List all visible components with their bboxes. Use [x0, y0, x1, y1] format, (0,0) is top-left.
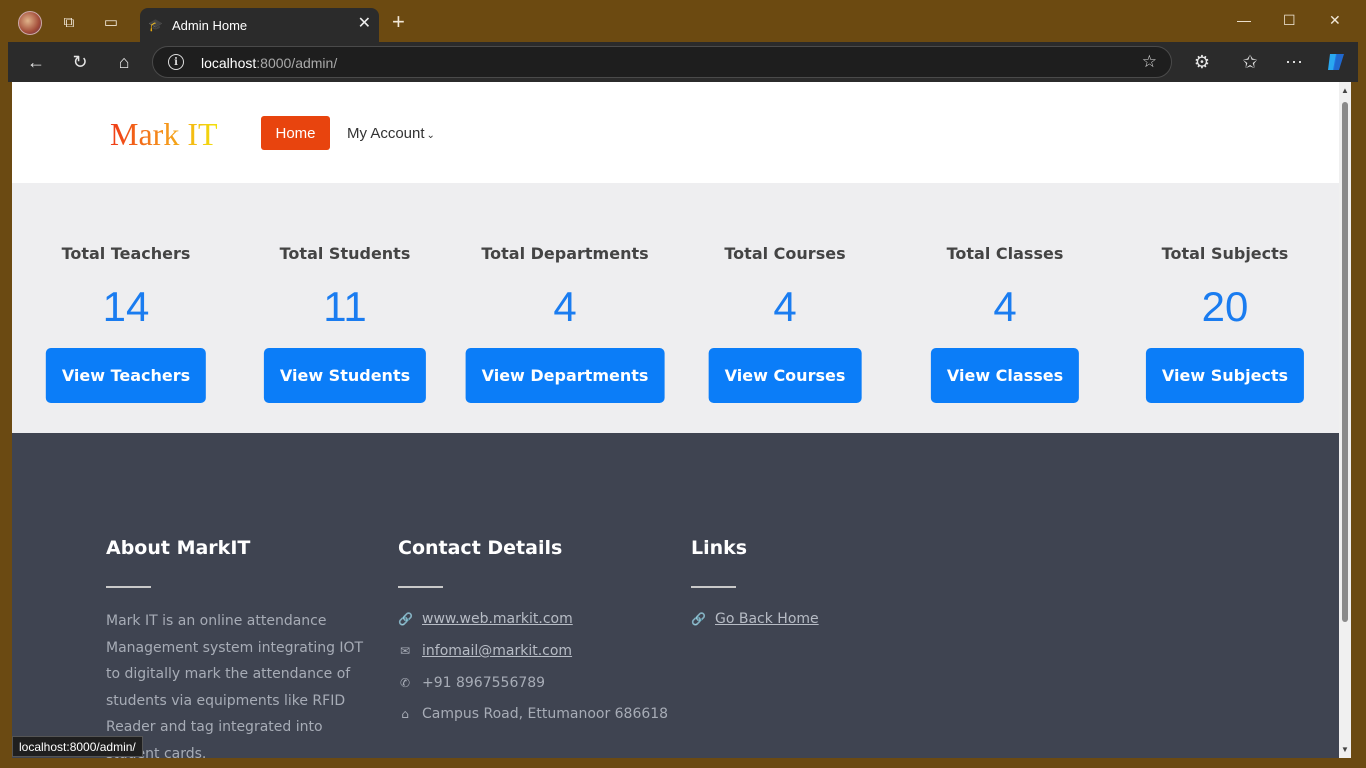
phone-icon: ✆ [399, 676, 411, 690]
stat-title: Total Students [279, 244, 411, 263]
stat-value: 4 [993, 283, 1017, 330]
favorites-icon[interactable]: ✩ [1238, 50, 1262, 74]
view-departments-button[interactable]: View Departments [465, 348, 665, 403]
email-link[interactable]: infomail@markit.com [422, 643, 572, 659]
contact-address: ⌂ Campus Road, Ettumanoor 686618 [398, 706, 668, 722]
go-back-home-link[interactable]: Go Back Home [715, 611, 819, 627]
envelope-icon: ✉ [399, 644, 411, 658]
address-text: Campus Road, Ettumanoor 686618 [422, 706, 669, 722]
stat-value: 14 [102, 283, 150, 330]
copilot-icon[interactable] [1324, 50, 1348, 74]
chevron-down-icon: ⌄ [426, 130, 435, 141]
address-bar[interactable]: i localhost:8000/admin/ ☆ [152, 46, 1172, 78]
stat-title: Total Subjects [1161, 244, 1289, 263]
close-tab-icon[interactable]: ✕ [358, 16, 371, 32]
profile-avatar[interactable] [18, 11, 42, 35]
phone-text: +91 8967556789 [422, 675, 546, 691]
footer-heading: Contact Details [398, 537, 563, 559]
nav-my-account[interactable]: My Account ⌄ [347, 125, 435, 142]
contact-website: 🔗 www.web.markit.com [398, 611, 573, 627]
view-teachers-button[interactable]: View Teachers [45, 348, 207, 403]
footer-heading: About MarkIT [106, 537, 251, 559]
home-icon[interactable]: ⌂ [112, 50, 136, 74]
page-viewport: Mark IT Home My Account ⌄ Total Teachers … [12, 82, 1339, 758]
stat-title: Total Departments [481, 244, 649, 263]
my-account-label: My Account [347, 125, 425, 142]
stat-value: 11 [323, 283, 367, 330]
about-text: Mark IT is an online attendance Manageme… [106, 613, 364, 758]
site-logo[interactable]: Mark IT [110, 116, 218, 153]
stat-value: 4 [773, 283, 797, 330]
stat-value: 20 [1201, 283, 1249, 330]
site-header: Mark IT Home My Account ⌄ [12, 82, 1339, 183]
url-path: :8000/admin/ [256, 55, 338, 71]
links-home: 🔗 Go Back Home [691, 611, 819, 627]
back-icon[interactable]: ← [24, 50, 48, 74]
maximize-icon[interactable]: ☐ [1283, 12, 1296, 29]
stat-title: Total Courses [724, 244, 846, 263]
home-address-icon: ⌂ [401, 707, 409, 721]
browser-toolbar: ← ↻ ⌂ i localhost:8000/admin/ ☆ ⚙ ✩ ⋯ [8, 42, 1358, 82]
stat-value: 4 [553, 283, 577, 330]
footer-heading: Links [691, 537, 748, 559]
contact-email: ✉ infomail@markit.com [398, 643, 572, 659]
site-info-icon[interactable]: i [168, 54, 184, 70]
workspaces-icon[interactable]: ⧉ [58, 11, 80, 33]
graduation-cap-icon: 🎓 [148, 18, 163, 32]
refresh-icon[interactable]: ↻ [68, 50, 92, 74]
contact-phone: ✆ +91 8967556789 [398, 675, 545, 691]
scroll-thumb[interactable] [1342, 102, 1348, 622]
nav-home-button[interactable]: Home [261, 116, 330, 150]
stat-title: Total Teachers [61, 244, 191, 263]
scroll-down-icon[interactable]: ▼ [1341, 745, 1349, 754]
scroll-up-icon[interactable]: ▲ [1341, 86, 1349, 95]
close-window-icon[interactable]: ✕ [1329, 12, 1341, 29]
stats-section: Total Teachers 14 View Teachers Total St… [12, 183, 1339, 433]
tab-admin-home[interactable]: 🎓 Admin Home ✕ [140, 8, 379, 42]
tab-title: Admin Home [172, 17, 248, 33]
stat-title: Total Classes [946, 244, 1064, 263]
page-scrollbar[interactable]: ▲ ▼ [1339, 82, 1351, 758]
link-icon: 🔗 [691, 612, 706, 626]
extensions-icon[interactable]: ⚙ [1190, 50, 1214, 74]
url-host: localhost [201, 55, 257, 71]
tab-actions-icon[interactable]: ▭ [100, 11, 122, 33]
more-options-icon[interactable]: ⋯ [1282, 50, 1306, 74]
footer-divider [106, 586, 151, 588]
view-students-button[interactable]: View Students [263, 348, 427, 403]
minimize-icon[interactable]: — [1237, 12, 1251, 28]
link-icon: 🔗 [398, 612, 413, 626]
footer-divider [398, 586, 443, 588]
new-tab-icon[interactable]: + [392, 11, 405, 33]
url-text[interactable]: localhost:8000/admin/ [201, 55, 337, 71]
footer-divider [691, 586, 736, 588]
view-subjects-button[interactable]: View Subjects [1145, 348, 1305, 403]
status-url-tooltip: localhost:8000/admin/ [12, 736, 143, 757]
site-footer: About MarkIT Mark IT is an online attend… [12, 433, 1339, 758]
view-classes-button[interactable]: View Classes [930, 348, 1080, 403]
favorite-star-icon[interactable]: ☆ [1142, 52, 1157, 72]
browser-titlebar: ⧉ ▭ 🎓 Admin Home ✕ + — ☐ ✕ [0, 0, 1366, 42]
website-link[interactable]: www.web.markit.com [422, 611, 573, 627]
view-courses-button[interactable]: View Courses [708, 348, 862, 403]
